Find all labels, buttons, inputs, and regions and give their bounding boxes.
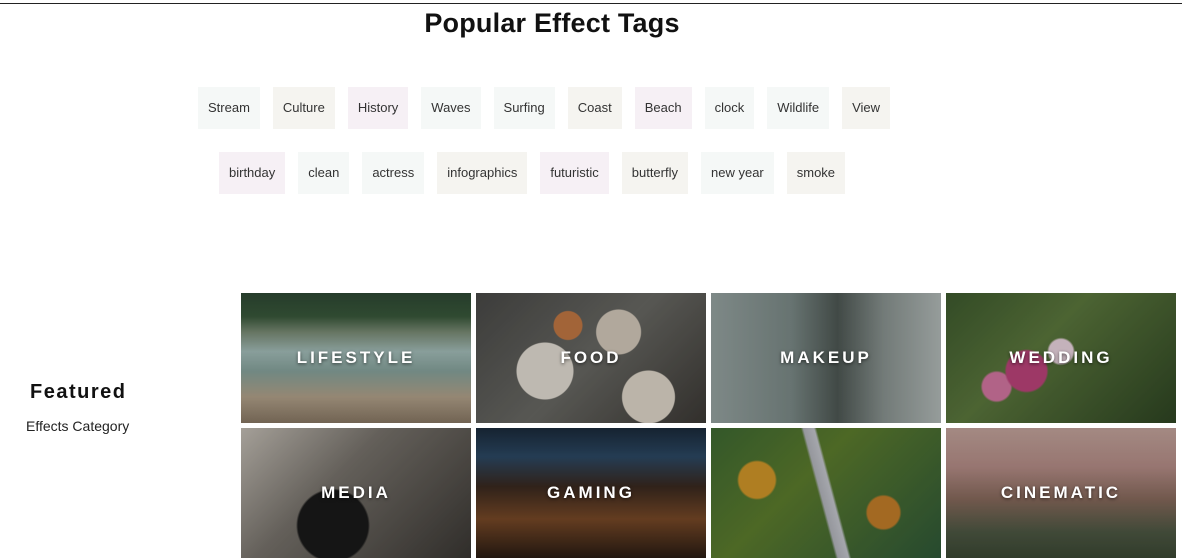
tag-birthday[interactable]: birthday xyxy=(219,152,286,194)
tag-row-1: Stream Culture History Waves Surfing Coa… xyxy=(198,87,891,129)
category-label: FOOD xyxy=(560,348,622,367)
category-label: GAMING xyxy=(547,483,635,502)
category-card-gaming[interactable]: GAMING xyxy=(476,428,706,558)
category-grid: LIFESTYLE FOOD MAKEUP WEDDING MEDIA GAMI… xyxy=(241,293,1176,558)
tag-row-2: birthday clean actress infographics futu… xyxy=(219,152,846,194)
category-card-food[interactable]: FOOD xyxy=(476,293,706,423)
tag-history[interactable]: History xyxy=(347,87,409,129)
featured-heading: Featured xyxy=(30,381,127,403)
top-divider xyxy=(0,3,1182,4)
category-label: MAKEUP xyxy=(780,348,872,367)
category-card-lifestyle[interactable]: LIFESTYLE xyxy=(241,293,471,423)
tag-clock[interactable]: clock xyxy=(704,87,755,129)
page-title: Popular Effect Tags xyxy=(424,8,680,38)
tag-coast[interactable]: Coast xyxy=(567,87,622,129)
category-card-cinematic[interactable]: CINEMATIC xyxy=(946,428,1176,558)
tag-wildlife[interactable]: Wildlife xyxy=(767,87,830,129)
tag-culture[interactable]: Culture xyxy=(272,87,335,129)
tag-stream[interactable]: Stream xyxy=(198,87,260,129)
tag-smoke[interactable]: smoke xyxy=(786,152,846,194)
category-label: CINEMATIC xyxy=(1000,483,1122,502)
tag-infographics[interactable]: infographics xyxy=(437,152,528,194)
tag-futuristic[interactable]: futuristic xyxy=(540,152,609,194)
tag-actress[interactable]: actress xyxy=(362,152,425,194)
tag-surfing[interactable]: Surfing xyxy=(493,87,555,129)
tag-view[interactable]: View xyxy=(842,87,891,129)
category-card-wedding[interactable]: WEDDING xyxy=(946,293,1176,423)
tag-clean[interactable]: clean xyxy=(298,152,350,194)
category-card-forest-road[interactable] xyxy=(711,428,941,558)
card-overlay xyxy=(711,428,941,558)
featured-subheading: Effects Category xyxy=(26,418,130,434)
tag-waves[interactable]: Waves xyxy=(421,87,481,129)
tag-beach[interactable]: Beach xyxy=(634,87,692,129)
category-label: LIFESTYLE xyxy=(296,348,416,367)
tag-new-year[interactable]: new year xyxy=(701,152,774,194)
category-card-makeup[interactable]: MAKEUP xyxy=(711,293,941,423)
category-label: MEDIA xyxy=(321,483,391,502)
category-label: WEDDING xyxy=(1009,348,1113,367)
tag-butterfly[interactable]: butterfly xyxy=(621,152,688,194)
category-card-media[interactable]: MEDIA xyxy=(241,428,471,558)
